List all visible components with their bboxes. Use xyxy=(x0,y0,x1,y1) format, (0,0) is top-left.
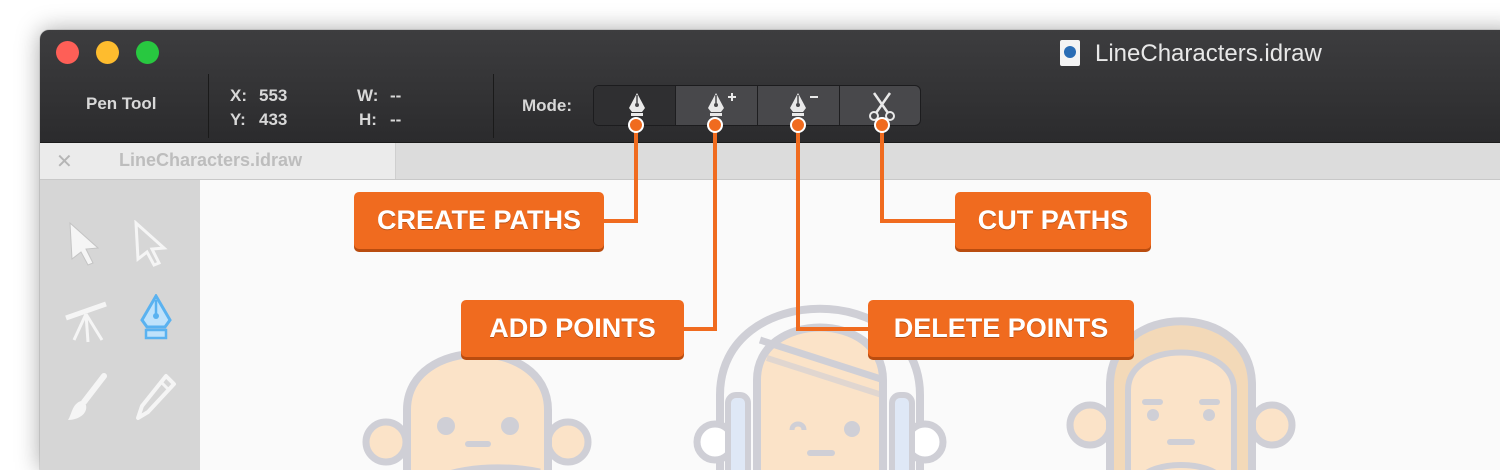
zoom-window-button[interactable] xyxy=(136,41,159,64)
add-point-mode-button[interactable] xyxy=(676,86,758,125)
pencil-icon[interactable] xyxy=(132,372,178,424)
tab-label: LineCharacters.idraw xyxy=(119,150,303,170)
y-label: Y: xyxy=(230,110,246,129)
x-value: 553 xyxy=(259,86,288,105)
pen-add-point-icon xyxy=(708,93,736,116)
tool-palette xyxy=(40,180,200,470)
mode-segmented-control xyxy=(593,85,921,126)
h-value: -- xyxy=(390,110,402,129)
create-path-mode-button[interactable] xyxy=(594,86,676,125)
cut-paths-callout: CUT PATHS xyxy=(955,192,1151,249)
direct-selection-arrow-icon[interactable] xyxy=(130,220,174,268)
create-paths-callout: CREATE PATHS xyxy=(354,192,604,249)
mode-label: Mode: xyxy=(522,96,573,115)
document-tab[interactable]: ✕ LineCharacters.idraw xyxy=(40,143,396,179)
close-icon[interactable]: ✕ xyxy=(56,149,73,174)
toolbar-divider xyxy=(493,74,494,138)
add-points-callout: ADD POINTS xyxy=(461,300,684,357)
toolbar-divider xyxy=(208,74,209,138)
tripod-tool-icon[interactable] xyxy=(62,298,114,346)
cut-path-mode-button[interactable] xyxy=(840,86,920,125)
app-window: LineCharacters.idraw Pen Tool X: 553 Y: … xyxy=(40,30,1500,470)
delete-points-callout: DELETE POINTS xyxy=(868,300,1134,357)
h-label: H: xyxy=(359,110,377,129)
idraw-document-icon xyxy=(1060,40,1080,66)
minimize-window-button[interactable] xyxy=(96,41,119,64)
document-tab-bar: ✕ LineCharacters.idraw xyxy=(40,143,1500,180)
selection-arrow-icon[interactable] xyxy=(64,220,108,268)
x-label: X: xyxy=(230,86,247,105)
pen-nib-icon xyxy=(629,93,645,116)
pen-tool-icon[interactable] xyxy=(134,294,178,344)
window-title: LineCharacters.idraw xyxy=(1095,40,1322,67)
pen-delete-point-icon xyxy=(790,93,818,116)
close-window-button[interactable] xyxy=(56,41,79,64)
brush-icon[interactable] xyxy=(64,372,110,424)
scissors-icon xyxy=(869,92,895,121)
w-value: -- xyxy=(390,86,402,105)
current-tool-name: Pen Tool xyxy=(86,94,157,113)
delete-point-mode-button[interactable] xyxy=(758,86,840,125)
title-bar: LineCharacters.idraw Pen Tool X: 553 Y: … xyxy=(40,30,1500,143)
character-bald-head xyxy=(362,349,592,470)
y-value: 433 xyxy=(259,110,288,129)
w-label: W: xyxy=(357,86,379,105)
